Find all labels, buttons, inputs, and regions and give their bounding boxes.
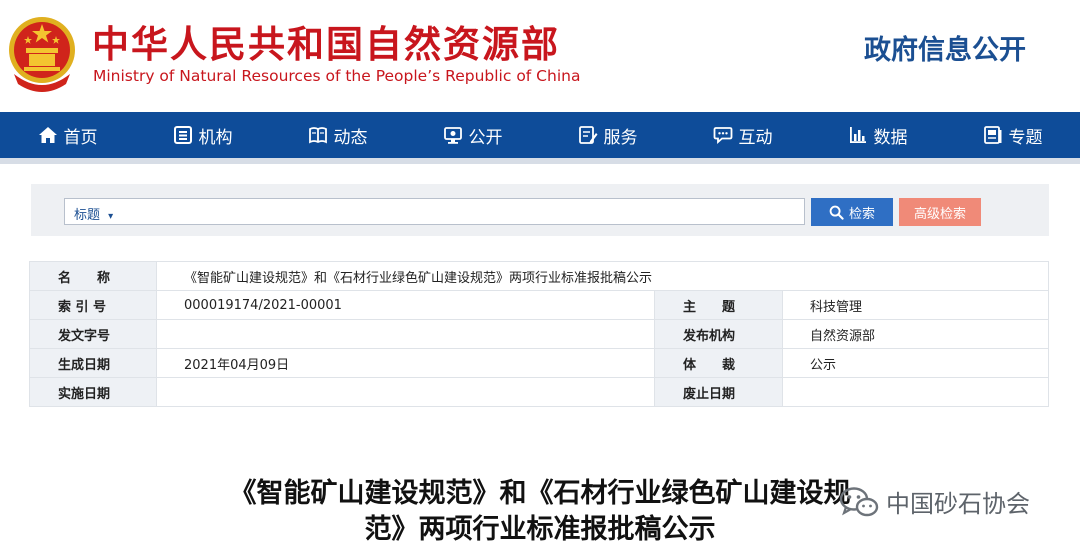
search-button[interactable]: 检索 bbox=[811, 198, 893, 226]
nav-label-org: 机构 bbox=[198, 127, 233, 148]
chevron-down-icon: ▾ bbox=[108, 211, 114, 222]
chat-icon bbox=[713, 127, 732, 144]
national-emblem-icon bbox=[9, 17, 75, 92]
meta-value-index: 000019174/2021-00001 bbox=[156, 290, 655, 320]
meta-key-effective: 实施日期 bbox=[29, 377, 157, 407]
book-icon bbox=[308, 127, 327, 144]
meta-value-genre: 公示 bbox=[782, 348, 1049, 378]
meta-key-agency: 发布机构 bbox=[654, 319, 783, 349]
search-type-label: 标题 bbox=[74, 208, 101, 223]
nav-item-open[interactable]: 公开 bbox=[405, 112, 540, 158]
meta-value-created: 2021年04月09日 bbox=[156, 348, 655, 378]
topic-icon bbox=[983, 126, 1001, 144]
nav-item-data[interactable]: 数据 bbox=[810, 112, 945, 158]
meta-value-docno bbox=[156, 319, 655, 349]
article-title-line-1: 《智能矿山建设规范》和《石材行业绿色矿山建设规 bbox=[229, 478, 851, 509]
search-input[interactable]: 标题 ▾ bbox=[64, 198, 805, 225]
nav-item-topic[interactable]: 专题 bbox=[945, 112, 1080, 158]
meta-key-created: 生成日期 bbox=[29, 348, 157, 378]
site-title-cn: 中华人民共和国自然资源部 bbox=[92, 23, 560, 66]
nav-item-interact[interactable]: 互动 bbox=[675, 112, 810, 158]
table-row: 名 称 《智能矿山建设规范》和《石材行业绿色矿山建设规范》两项行业标准报批稿公示 bbox=[29, 261, 1049, 291]
monitor-icon bbox=[443, 127, 462, 144]
watermark-text: 中国砂石协会 bbox=[886, 490, 1030, 518]
advanced-search-button[interactable]: 高级检索 bbox=[899, 198, 981, 226]
meta-key-index: 索 引 号 bbox=[29, 290, 157, 320]
nav-label-open: 公开 bbox=[468, 127, 503, 148]
site-header: 中华人民共和国自然资源部 Ministry of Natural Resourc… bbox=[0, 0, 1080, 112]
main-nav: 首页 机构 动态 公开 服务 互动 数据 专题 bbox=[0, 112, 1080, 158]
site-title-en: Ministry of Natural Resources of the Peo… bbox=[93, 67, 581, 85]
meta-key-name: 名 称 bbox=[29, 261, 157, 291]
search-button-label: 检索 bbox=[848, 206, 875, 222]
home-icon bbox=[38, 127, 57, 143]
table-row: 索 引 号 000019174/2021-00001 主 题 科技管理 bbox=[29, 290, 1049, 320]
wechat-icon bbox=[839, 486, 879, 516]
nav-label-interact: 互动 bbox=[738, 127, 773, 148]
nav-divider bbox=[0, 158, 1080, 164]
meta-value-subject: 科技管理 bbox=[782, 290, 1049, 320]
table-row: 生成日期 2021年04月09日 体 裁 公示 bbox=[29, 348, 1049, 378]
meta-value-name: 《智能矿山建设规范》和《石材行业绿色矿山建设规范》两项行业标准报批稿公示 bbox=[156, 261, 1049, 291]
article-title-line-2: 范》两项行业标准报批稿公示 bbox=[364, 514, 716, 545]
edit-icon bbox=[578, 126, 597, 144]
nav-item-news[interactable]: 动态 bbox=[270, 112, 405, 158]
nav-label-service: 服务 bbox=[603, 127, 638, 148]
nav-label-home: 首页 bbox=[63, 127, 98, 148]
nav-label-topic: 专题 bbox=[1008, 127, 1043, 148]
org-icon bbox=[173, 126, 192, 144]
table-row: 发文字号 发布机构 自然资源部 bbox=[29, 319, 1049, 349]
meta-key-expiry: 废止日期 bbox=[654, 377, 783, 407]
gov-info-title[interactable]: 政府信息公开 bbox=[864, 28, 1026, 67]
nav-item-org[interactable]: 机构 bbox=[135, 112, 270, 158]
meta-value-effective bbox=[156, 377, 655, 407]
bar-chart-icon bbox=[849, 127, 866, 143]
search-type-select[interactable]: 标题 ▾ bbox=[74, 204, 113, 223]
nav-item-service[interactable]: 服务 bbox=[540, 112, 675, 158]
meta-value-agency: 自然资源部 bbox=[782, 319, 1049, 349]
nav-label-news: 动态 bbox=[333, 127, 368, 148]
table-row: 实施日期 废止日期 bbox=[29, 377, 1049, 407]
document-meta-table: 名 称 《智能矿山建设规范》和《石材行业绿色矿山建设规范》两项行业标准报批稿公示… bbox=[29, 261, 1049, 407]
search-icon bbox=[829, 205, 844, 220]
meta-key-docno: 发文字号 bbox=[29, 319, 157, 349]
meta-key-genre: 体 裁 bbox=[654, 348, 783, 378]
meta-value-expiry bbox=[782, 377, 1049, 407]
article-title: 《智能矿山建设规范》和《石材行业绿色矿山建设规 范》两项行业标准报批稿公示 bbox=[190, 476, 890, 548]
nav-item-home[interactable]: 首页 bbox=[0, 112, 135, 158]
wechat-watermark: 中国砂石协会 bbox=[838, 484, 1030, 519]
nav-label-data: 数据 bbox=[873, 127, 908, 148]
meta-key-subject: 主 题 bbox=[654, 290, 783, 320]
